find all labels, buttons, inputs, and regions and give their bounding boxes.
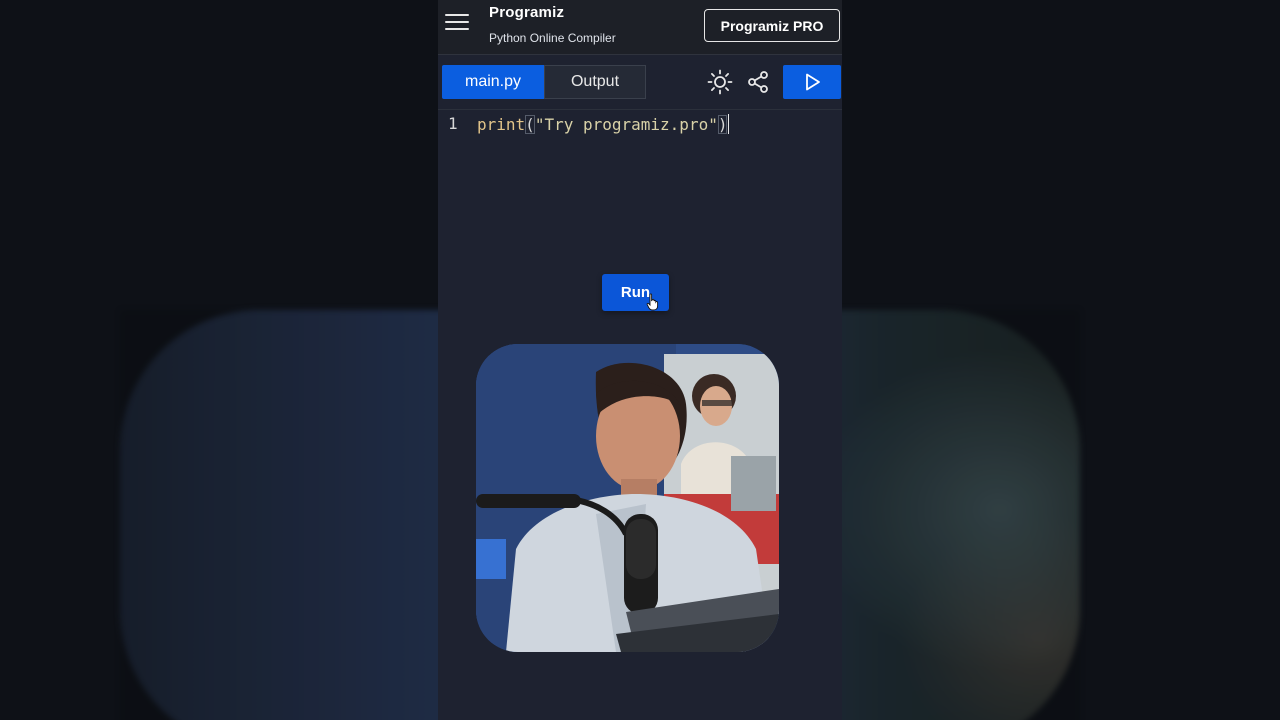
- tab-output[interactable]: Output: [544, 65, 646, 99]
- compiler-app: Programiz Python Online Compiler Program…: [438, 0, 842, 720]
- code-open-paren: (: [525, 115, 535, 134]
- menu-icon[interactable]: [445, 14, 469, 32]
- logo: Programiz: [489, 4, 565, 21]
- code-close-paren: ): [717, 115, 728, 134]
- play-icon: [806, 73, 820, 91]
- tab-main-py[interactable]: main.py: [442, 65, 544, 99]
- programiz-pro-button[interactable]: Programiz PRO: [704, 9, 840, 42]
- text-caret: [728, 114, 730, 134]
- code-string: "Try programiz.pro": [534, 115, 718, 134]
- presenter-video: [476, 344, 779, 652]
- header: Programiz Python Online Compiler Program…: [438, 0, 842, 55]
- share-icon[interactable]: [745, 69, 771, 95]
- page-subtitle: Python Online Compiler: [489, 31, 616, 45]
- code-function: print: [477, 115, 526, 134]
- code-line[interactable]: print("Try programiz.pro"): [477, 114, 730, 134]
- line-number: 1: [448, 114, 458, 133]
- sun-theme-icon[interactable]: [707, 69, 733, 95]
- run-play-button[interactable]: [783, 65, 841, 99]
- hand-cursor-icon: [646, 293, 659, 311]
- editor-toolbar: main.py Output: [438, 55, 842, 110]
- video-frame: Programiz Python Online Compiler Program…: [0, 0, 1280, 720]
- code-editor[interactable]: 1 print("Try programiz.pro"): [438, 110, 842, 350]
